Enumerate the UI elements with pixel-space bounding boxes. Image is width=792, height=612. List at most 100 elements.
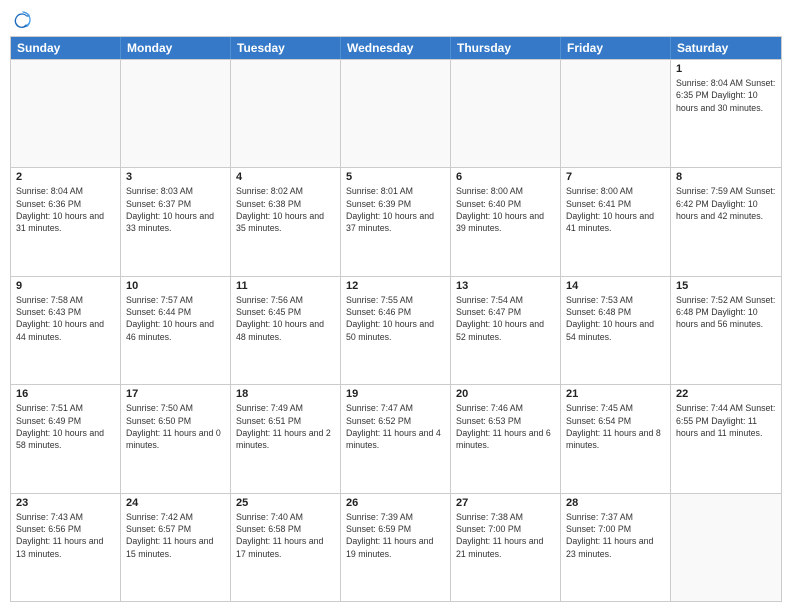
calendar-body: 1Sunrise: 8:04 AM Sunset: 6:35 PM Daylig… (11, 59, 781, 601)
day-number: 21 (566, 388, 665, 400)
day-info: Sunrise: 7:50 AM Sunset: 6:50 PM Dayligh… (126, 402, 225, 451)
day-info: Sunrise: 7:43 AM Sunset: 6:56 PM Dayligh… (16, 511, 115, 560)
day-info: Sunrise: 8:04 AM Sunset: 6:35 PM Dayligh… (676, 77, 776, 114)
header-day-tuesday: Tuesday (231, 37, 341, 59)
calendar-cell: 20 Sunrise: 7:46 AM Sunset: 6:53 PM Dayli… (451, 385, 561, 492)
calendar-cell: 28 Sunrise: 7:37 AM Sunset: 7:00 PM Dayli… (561, 494, 671, 601)
header-day-friday: Friday (561, 37, 671, 59)
day-number: 16 (16, 388, 115, 400)
calendar-cell (451, 60, 561, 167)
day-info: Sunrise: 7:51 AM Sunset: 6:49 PM Dayligh… (16, 402, 115, 451)
calendar-cell: 26 Sunrise: 7:39 AM Sunset: 6:59 PM Dayli… (341, 494, 451, 601)
logo (10, 10, 32, 30)
day-info: Sunrise: 8:03 AM Sunset: 6:37 PM Dayligh… (126, 185, 225, 234)
day-info: Sunrise: 8:02 AM Sunset: 6:38 PM Dayligh… (236, 185, 335, 234)
day-number: 12 (346, 280, 445, 292)
calendar-cell: 21 Sunrise: 7:45 AM Sunset: 6:54 PM Dayli… (561, 385, 671, 492)
header-day-saturday: Saturday (671, 37, 781, 59)
day-number: 22 (676, 388, 776, 400)
day-number: 13 (456, 280, 555, 292)
calendar-cell: 2 Sunrise: 8:04 AM Sunset: 6:36 PM Daylig… (11, 168, 121, 275)
calendar-cell: 13 Sunrise: 7:54 AM Sunset: 6:47 PM Dayli… (451, 277, 561, 384)
calendar-cell: 17 Sunrise: 7:50 AM Sunset: 6:50 PM Dayli… (121, 385, 231, 492)
day-info: Sunrise: 7:45 AM Sunset: 6:54 PM Dayligh… (566, 402, 665, 451)
calendar-cell: 24 Sunrise: 7:42 AM Sunset: 6:57 PM Dayli… (121, 494, 231, 601)
day-info: Sunrise: 7:37 AM Sunset: 7:00 PM Dayligh… (566, 511, 665, 560)
calendar-cell (561, 60, 671, 167)
calendar-cell: 6 Sunrise: 8:00 AM Sunset: 6:40 PM Daylig… (451, 168, 561, 275)
calendar-cell: 8 Sunrise: 7:59 AM Sunset: 6:42 PM Daylig… (671, 168, 781, 275)
day-number: 28 (566, 497, 665, 509)
week-row-3: 16 Sunrise: 7:51 AM Sunset: 6:49 PM Dayli… (11, 384, 781, 492)
calendar-cell: 22 Sunrise: 7:44 AM Sunset: 6:55 PM Dayli… (671, 385, 781, 492)
day-info: Sunrise: 7:52 AM Sunset: 6:48 PM Dayligh… (676, 294, 776, 331)
day-number: 18 (236, 388, 335, 400)
day-number: 4 (236, 171, 335, 183)
calendar-cell (671, 494, 781, 601)
day-info: Sunrise: 7:47 AM Sunset: 6:52 PM Dayligh… (346, 402, 445, 451)
day-number: 5 (346, 171, 445, 183)
header-day-wednesday: Wednesday (341, 37, 451, 59)
day-number: 2 (16, 171, 115, 183)
day-info: Sunrise: 7:58 AM Sunset: 6:43 PM Dayligh… (16, 294, 115, 343)
calendar-cell: 15 Sunrise: 7:52 AM Sunset: 6:48 PM Dayli… (671, 277, 781, 384)
calendar-header: SundayMondayTuesdayWednesdayThursdayFrid… (11, 37, 781, 59)
day-info: Sunrise: 7:54 AM Sunset: 6:47 PM Dayligh… (456, 294, 555, 343)
calendar-cell: 11 Sunrise: 7:56 AM Sunset: 6:45 PM Dayli… (231, 277, 341, 384)
calendar-cell: 3 Sunrise: 8:03 AM Sunset: 6:37 PM Daylig… (121, 168, 231, 275)
day-info: Sunrise: 7:44 AM Sunset: 6:55 PM Dayligh… (676, 402, 776, 439)
week-row-4: 23 Sunrise: 7:43 AM Sunset: 6:56 PM Dayli… (11, 493, 781, 601)
day-info: Sunrise: 8:01 AM Sunset: 6:39 PM Dayligh… (346, 185, 445, 234)
day-info: Sunrise: 7:56 AM Sunset: 6:45 PM Dayligh… (236, 294, 335, 343)
day-info: Sunrise: 7:42 AM Sunset: 6:57 PM Dayligh… (126, 511, 225, 560)
logo-icon (12, 10, 32, 30)
day-number: 11 (236, 280, 335, 292)
day-number: 8 (676, 171, 776, 183)
day-info: Sunrise: 8:04 AM Sunset: 6:36 PM Dayligh… (16, 185, 115, 234)
day-number: 24 (126, 497, 225, 509)
day-number: 17 (126, 388, 225, 400)
day-info: Sunrise: 7:40 AM Sunset: 6:58 PM Dayligh… (236, 511, 335, 560)
day-info: Sunrise: 7:59 AM Sunset: 6:42 PM Dayligh… (676, 185, 776, 222)
day-number: 27 (456, 497, 555, 509)
day-number: 26 (346, 497, 445, 509)
day-number: 6 (456, 171, 555, 183)
day-number: 23 (16, 497, 115, 509)
calendar-cell: 10Sunrise: 7:57 AM Sunset: 6:44 PM Dayli… (121, 277, 231, 384)
calendar-cell: 16 Sunrise: 7:51 AM Sunset: 6:49 PM Dayli… (11, 385, 121, 492)
calendar-cell: 7 Sunrise: 8:00 AM Sunset: 6:41 PM Daylig… (561, 168, 671, 275)
calendar-cell (231, 60, 341, 167)
day-number: 20 (456, 388, 555, 400)
day-number: 14 (566, 280, 665, 292)
day-number: 25 (236, 497, 335, 509)
day-number: 3 (126, 171, 225, 183)
day-info: Sunrise: 7:39 AM Sunset: 6:59 PM Dayligh… (346, 511, 445, 560)
day-number: 19 (346, 388, 445, 400)
header-day-thursday: Thursday (451, 37, 561, 59)
calendar-cell: 19 Sunrise: 7:47 AM Sunset: 6:52 PM Dayli… (341, 385, 451, 492)
week-row-0: 1Sunrise: 8:04 AM Sunset: 6:35 PM Daylig… (11, 59, 781, 167)
day-info: Sunrise: 7:55 AM Sunset: 6:46 PM Dayligh… (346, 294, 445, 343)
calendar-cell: 12 Sunrise: 7:55 AM Sunset: 6:46 PM Dayli… (341, 277, 451, 384)
calendar-cell (11, 60, 121, 167)
day-info: Sunrise: 7:46 AM Sunset: 6:53 PM Dayligh… (456, 402, 555, 451)
day-number: 7 (566, 171, 665, 183)
header (10, 10, 782, 30)
calendar-cell: 5 Sunrise: 8:01 AM Sunset: 6:39 PM Daylig… (341, 168, 451, 275)
day-info: Sunrise: 8:00 AM Sunset: 6:40 PM Dayligh… (456, 185, 555, 234)
calendar-cell: 25 Sunrise: 7:40 AM Sunset: 6:58 PM Dayli… (231, 494, 341, 601)
calendar-cell (121, 60, 231, 167)
day-number: 15 (676, 280, 776, 292)
calendar-cell: 14 Sunrise: 7:53 AM Sunset: 6:48 PM Dayli… (561, 277, 671, 384)
calendar-cell: 23 Sunrise: 7:43 AM Sunset: 6:56 PM Dayli… (11, 494, 121, 601)
calendar-cell: 18Sunrise: 7:49 AM Sunset: 6:51 PM Dayli… (231, 385, 341, 492)
day-info: Sunrise: 7:38 AM Sunset: 7:00 PM Dayligh… (456, 511, 555, 560)
calendar: SundayMondayTuesdayWednesdayThursdayFrid… (10, 36, 782, 602)
day-info: Sunrise: 7:57 AM Sunset: 6:44 PM Dayligh… (126, 294, 225, 343)
calendar-cell (341, 60, 451, 167)
day-info: Sunrise: 8:00 AM Sunset: 6:41 PM Dayligh… (566, 185, 665, 234)
page: SundayMondayTuesdayWednesdayThursdayFrid… (0, 0, 792, 612)
day-info: Sunrise: 7:53 AM Sunset: 6:48 PM Dayligh… (566, 294, 665, 343)
calendar-cell: 9Sunrise: 7:58 AM Sunset: 6:43 PM Daylig… (11, 277, 121, 384)
header-day-sunday: Sunday (11, 37, 121, 59)
